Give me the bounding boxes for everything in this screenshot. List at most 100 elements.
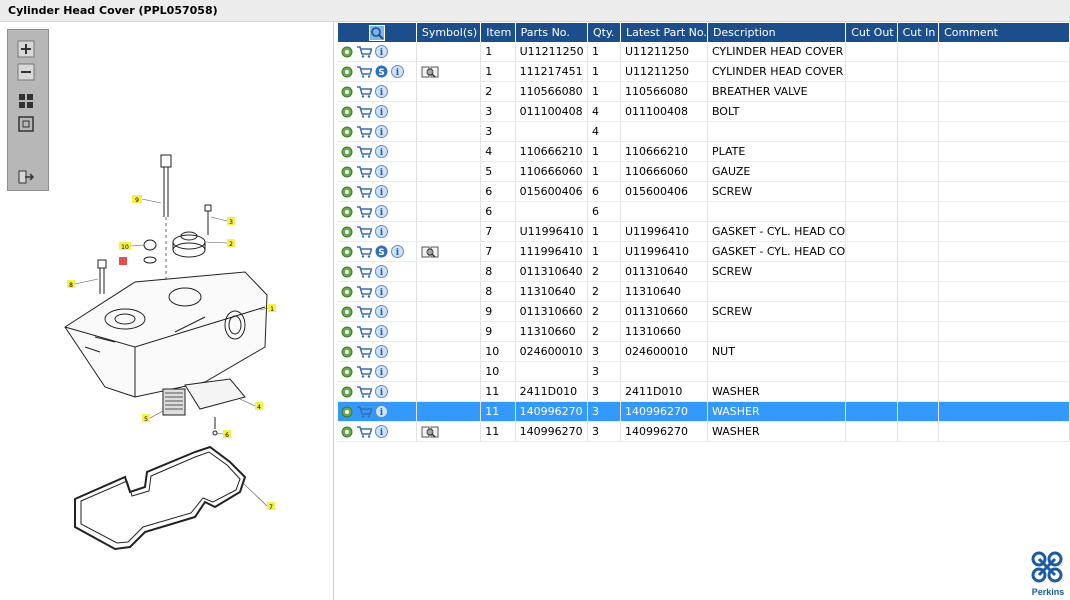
details-gear-icon[interactable]	[341, 145, 356, 158]
details-gear-icon[interactable]	[341, 325, 356, 338]
add-to-cart-icon[interactable]	[356, 325, 375, 338]
callout-6[interactable]: 6	[223, 430, 231, 439]
supersession-s-icon[interactable]: S	[375, 65, 391, 78]
add-to-cart-icon[interactable]	[356, 345, 375, 358]
add-to-cart-icon[interactable]	[356, 245, 375, 258]
callout-9[interactable]: 9	[132, 195, 142, 204]
info-icon[interactable]: i	[391, 245, 407, 259]
zoom-in-icon[interactable]	[17, 40, 35, 58]
table-row[interactable]: i 6 6	[338, 201, 1070, 222]
details-gear-icon[interactable]	[341, 405, 356, 418]
zoom-out-icon[interactable]	[17, 63, 35, 81]
details-gear-icon[interactable]	[341, 165, 356, 178]
details-gear-icon[interactable]	[341, 185, 356, 198]
callout-11[interactable]	[119, 257, 127, 265]
column-header-qty[interactable]: Qty.	[587, 23, 621, 42]
info-icon[interactable]: i	[375, 145, 391, 159]
table-row[interactable]: i 3 011100408 4 011100408 BOLT	[338, 101, 1070, 122]
search-parts-icon[interactable]	[368, 24, 385, 41]
callout-10[interactable]: 10	[119, 242, 131, 251]
table-row[interactable]: i 8 011310640 2 011310640 SCREW	[338, 261, 1070, 282]
info-icon[interactable]: i	[391, 65, 407, 79]
column-header-tools[interactable]	[338, 23, 417, 42]
callout-3[interactable]: 3	[227, 217, 235, 226]
add-to-cart-icon[interactable]	[356, 185, 375, 198]
add-to-cart-icon[interactable]	[356, 365, 375, 378]
column-header-parts-no[interactable]: Parts No.	[515, 23, 589, 42]
info-icon[interactable]: i	[375, 285, 391, 299]
info-icon[interactable]: i	[375, 205, 391, 219]
add-to-cart-icon[interactable]	[356, 205, 375, 218]
add-to-cart-icon[interactable]	[356, 125, 375, 138]
details-gear-icon[interactable]	[341, 285, 356, 298]
add-to-cart-icon[interactable]	[356, 425, 375, 438]
info-icon[interactable]: i	[375, 385, 391, 399]
add-to-cart-icon[interactable]	[356, 165, 375, 178]
export-icon[interactable]	[17, 168, 35, 186]
details-gear-icon[interactable]	[341, 345, 356, 358]
info-icon[interactable]: i	[375, 425, 391, 439]
details-gear-icon[interactable]	[341, 125, 356, 138]
callout-1[interactable]: 1	[268, 304, 276, 313]
diagram-pane[interactable]: 9 3 2 10 8 1 4 5 6 7	[0, 22, 334, 600]
add-to-cart-icon[interactable]	[356, 225, 375, 238]
add-to-cart-icon[interactable]	[356, 145, 375, 158]
add-to-cart-icon[interactable]	[356, 285, 375, 298]
details-gear-icon[interactable]	[341, 105, 356, 118]
details-gear-icon[interactable]	[341, 265, 356, 278]
table-row[interactable]: i 3 4	[338, 121, 1070, 142]
add-to-cart-icon[interactable]	[356, 45, 375, 58]
info-icon[interactable]: i	[375, 345, 391, 359]
info-icon[interactable]: i	[375, 305, 391, 319]
column-header-latest-part-no[interactable]: Latest Part No.	[620, 23, 708, 42]
details-gear-icon[interactable]	[341, 85, 356, 98]
column-header-cut-in[interactable]: Cut In	[897, 23, 940, 42]
view-book-icon[interactable]	[421, 425, 442, 438]
info-icon[interactable]: i	[375, 225, 391, 239]
column-header-cut-out[interactable]: Cut Out	[845, 23, 898, 42]
info-icon[interactable]: i	[375, 85, 391, 99]
column-header-comment[interactable]: Comment	[938, 23, 1070, 42]
table-row[interactable]: i 7 U11996410 1 U11996410 GASKET - CYL. HEAD …	[338, 221, 1070, 242]
details-gear-icon[interactable]	[341, 425, 356, 438]
details-gear-icon[interactable]	[341, 205, 356, 218]
details-gear-icon[interactable]	[341, 385, 356, 398]
info-icon[interactable]: i	[375, 45, 391, 59]
details-gear-icon[interactable]	[341, 245, 356, 258]
callout-5[interactable]: 5	[142, 414, 150, 423]
column-header-description[interactable]: Description	[707, 23, 847, 42]
table-row[interactable]: i 4 110666210 1 110666210 PLATE	[338, 141, 1070, 162]
table-row[interactable]: i 1 U11211250 1 U11211250 CYLINDER HEAD COVER	[338, 42, 1070, 62]
info-icon[interactable]: i	[375, 365, 391, 379]
callout-2[interactable]: 2	[227, 239, 235, 248]
actual-size-icon[interactable]	[17, 115, 35, 133]
add-to-cart-icon[interactable]	[356, 385, 375, 398]
callout-8[interactable]: 8	[67, 280, 75, 289]
info-icon[interactable]: i	[375, 325, 391, 339]
info-icon[interactable]: i	[375, 165, 391, 179]
add-to-cart-icon[interactable]	[356, 65, 375, 78]
callout-4[interactable]: 4	[255, 402, 263, 411]
info-icon[interactable]: i	[375, 265, 391, 279]
table-row[interactable]: i 11 140996270 3 140996270 WASHER	[338, 421, 1070, 442]
table-row[interactable]: i 9 11310660 2 11310660	[338, 321, 1070, 342]
fit-page-icon[interactable]	[17, 92, 35, 110]
callout-7[interactable]: 7	[267, 502, 275, 511]
info-icon[interactable]: i	[375, 105, 391, 119]
table-row[interactable]: i 10 024600010 3 024600010 NUT	[338, 341, 1070, 362]
details-gear-icon[interactable]	[341, 45, 356, 58]
add-to-cart-icon[interactable]	[356, 405, 375, 418]
view-book-icon[interactable]	[421, 245, 442, 258]
column-header-symbols[interactable]: Symbol(s)	[416, 23, 482, 42]
supersession-s-icon[interactable]: S	[375, 245, 391, 258]
add-to-cart-icon[interactable]	[356, 105, 375, 118]
table-row[interactable]: i 11 2411D010 3 2411D010 WASHER	[338, 381, 1070, 402]
add-to-cart-icon[interactable]	[356, 305, 375, 318]
info-icon[interactable]: i	[375, 125, 391, 139]
details-gear-icon[interactable]	[341, 365, 356, 378]
add-to-cart-icon[interactable]	[356, 85, 375, 98]
info-icon[interactable]: i	[375, 185, 391, 199]
table-row[interactable]: Si 1 111217451 1 U11211250 CYLINDER HEAD COVE…	[338, 61, 1070, 82]
details-gear-icon[interactable]	[341, 65, 356, 78]
table-row[interactable]: i 11 140996270 3 140996270 WASHER	[338, 401, 1070, 422]
